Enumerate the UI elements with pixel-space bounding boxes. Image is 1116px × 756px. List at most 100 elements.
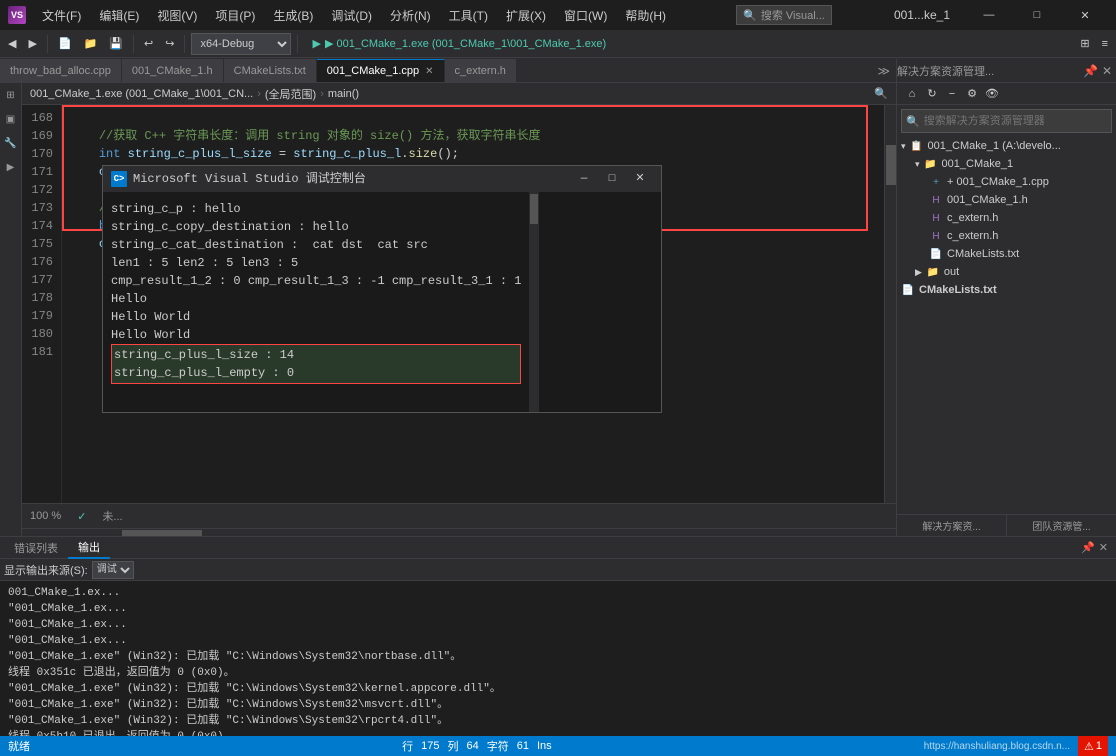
- editor-scrollbar-v[interactable]: [884, 105, 896, 503]
- output-content[interactable]: 001_CMake_1.ex... "001_CMake_1.ex... "00…: [0, 581, 1116, 736]
- editor-scrollbar-thumb-v: [886, 145, 896, 185]
- tree-item-cpp[interactable]: + + 001_CMake_1.cpp: [901, 173, 1112, 191]
- tab-error-list[interactable]: 错误列表: [4, 538, 68, 558]
- output-source-select[interactable]: 调试: [92, 561, 134, 579]
- toolbar-redo[interactable]: ↪: [161, 33, 178, 55]
- debug-minimize-button[interactable]: —: [571, 166, 597, 192]
- toolbar-save[interactable]: 💾: [105, 33, 127, 55]
- folder-icon: 📁: [926, 265, 940, 279]
- solution-refresh-icon[interactable]: ↻: [923, 85, 941, 103]
- tab-cextern[interactable]: c_extern.h: [445, 59, 517, 82]
- sidebar-icon-1[interactable]: ⊞: [3, 87, 19, 103]
- toolbar-settings[interactable]: ≡: [1098, 33, 1112, 55]
- tree-arrow-icon: ▾: [915, 159, 920, 170]
- solution-icon: 📋: [910, 139, 924, 153]
- sidebar-icon-2[interactable]: ▣: [3, 111, 19, 127]
- bottom-status-text: 未...: [102, 508, 122, 524]
- tree-label: + 001_CMake_1.cpp: [947, 176, 1049, 188]
- toolbar-undo[interactable]: ↩: [140, 33, 157, 55]
- menu-help[interactable]: 帮助(H): [617, 3, 674, 28]
- menu-build[interactable]: 生成(B): [265, 3, 321, 28]
- error-icon: ⚠: [1084, 740, 1094, 753]
- config-dropdown[interactable]: x64-Debug: [191, 33, 291, 55]
- status-col-val: 64: [466, 740, 478, 752]
- status-error-badge[interactable]: ⚠ 1: [1078, 736, 1108, 756]
- tree-item-cextern1[interactable]: H c_extern.h: [901, 209, 1112, 227]
- menu-tools[interactable]: 工具(T): [441, 3, 496, 28]
- tab-close-icon[interactable]: ✕: [425, 66, 433, 77]
- tree-item-h1[interactable]: H 001_CMake_1.h: [901, 191, 1112, 209]
- debug-scrollbar[interactable]: [529, 192, 539, 412]
- debug-line-2: string_c_copy_destination : hello: [111, 218, 521, 236]
- tree-item-cextern2[interactable]: H c_extern.h: [901, 227, 1112, 245]
- h-file-icon: H: [929, 193, 943, 207]
- team-tab[interactable]: 团队资源管...: [1007, 515, 1116, 536]
- panel-close-icon[interactable]: ✕: [1102, 64, 1116, 78]
- toolbar-sep-4: [297, 35, 298, 53]
- folder-icon: 📁: [924, 157, 938, 171]
- tree-item-out[interactable]: ▶ 📁 out: [901, 263, 1112, 281]
- status-char-label: 字符: [487, 738, 509, 754]
- tree-item-cmake1[interactable]: ▾ 📁 001_CMake_1: [901, 155, 1112, 173]
- solution-collapse-icon[interactable]: −: [943, 85, 961, 103]
- toolbar-new[interactable]: 📄: [54, 33, 76, 55]
- tab-throw[interactable]: throw_bad_alloc.cpp: [0, 59, 122, 82]
- minimize-button[interactable]: —: [966, 0, 1012, 30]
- tree-item-cmakelists-root[interactable]: 📄 CMakeLists.txt: [901, 281, 1112, 299]
- maximize-button[interactable]: □: [1014, 0, 1060, 30]
- solution-preview-icon[interactable]: 👁: [983, 85, 1001, 103]
- debug-maximize-button[interactable]: □: [599, 166, 625, 192]
- menu-window[interactable]: 窗口(W): [556, 3, 615, 28]
- output-close-icon[interactable]: ✕: [1099, 541, 1108, 554]
- tab-output[interactable]: 输出: [68, 537, 110, 559]
- solution-search-input[interactable]: [924, 115, 1107, 127]
- output-line-6: 线程 0x351c 已退出，返回值为 0 (0x0)。: [8, 665, 1108, 681]
- menu-edit[interactable]: 编辑(E): [91, 3, 147, 28]
- solution-home-icon[interactable]: ⌂: [903, 85, 921, 103]
- code-area[interactable]: //获取 C++ 字符串长度：调用 string 对象的 size() 方法，获…: [62, 105, 884, 503]
- tab-cmake1h[interactable]: 001_CMake_1.h: [122, 59, 224, 82]
- solution-tab[interactable]: 解决方案资...: [897, 515, 1007, 536]
- error-count: 1: [1096, 740, 1102, 752]
- toolbar-back[interactable]: ◀: [4, 33, 20, 55]
- editor-content[interactable]: 168 169 170 171 172 173 174 175 176 177 …: [22, 105, 896, 503]
- menu-extend[interactable]: 扩展(X): [498, 3, 554, 28]
- right-panel: ⌂ ↻ − ⚙ 👁 🔍 ▾ 📋 001_CMake_1 (A:\develo..…: [896, 83, 1116, 536]
- menu-view[interactable]: 视图(V): [149, 3, 205, 28]
- sidebar-icon-3[interactable]: 🔧: [3, 135, 19, 151]
- output-line-2: "001_CMake_1.ex...: [8, 601, 1108, 617]
- editor-scrollbar-h[interactable]: [22, 528, 896, 536]
- solution-props-icon[interactable]: ⚙: [963, 85, 981, 103]
- toolbar: ◀ ▶ 📄 📁 💾 ↩ ↪ x64-Debug ▶ ▶ 001_CMake_1.…: [0, 30, 1116, 58]
- toolbar-forward[interactable]: ▶: [24, 33, 40, 55]
- debug-line-5: cmp_result_1_2 : 0 cmp_result_1_3 : -1 c…: [111, 272, 521, 290]
- breadcrumb-file: 001_CMake_1.exe (001_CMake_1\001_CN...: [30, 88, 253, 100]
- output-panel-pin-icon[interactable]: 📌: [1077, 541, 1099, 554]
- toolbar-icons-right[interactable]: ⊞: [1076, 33, 1093, 55]
- debug-console-content[interactable]: string_c_p : hello string_c_copy_destina…: [103, 192, 529, 412]
- status-ins: Ins: [537, 740, 552, 752]
- breadcrumb-scope: (全局范围): [265, 86, 316, 102]
- tab-overflow[interactable]: ≫: [871, 59, 896, 82]
- tab-cmake1cpp[interactable]: 001_CMake_1.cpp ✕: [317, 59, 445, 82]
- run-button[interactable]: ▶ ▶ 001_CMake_1.exe (001_CMake_1\001_CMa…: [304, 33, 614, 55]
- close-button[interactable]: ✕: [1062, 0, 1108, 30]
- debug-close-button[interactable]: ✕: [627, 166, 653, 192]
- menu-analyze[interactable]: 分析(N): [382, 3, 439, 28]
- menu-project[interactable]: 项目(P): [207, 3, 263, 28]
- tab-cmakelists[interactable]: CMakeLists.txt: [224, 59, 317, 82]
- output-source-label: 显示输出来源(S):: [4, 562, 88, 578]
- play-icon: ▶: [312, 37, 320, 50]
- tree-label: out: [944, 266, 959, 278]
- tree-item-cmakelists-sub[interactable]: 📄 CMakeLists.txt: [901, 245, 1112, 263]
- tree-item-solution[interactable]: ▾ 📋 001_CMake_1 (A:\develo...: [901, 137, 1112, 155]
- panel-pin-icon[interactable]: 📌: [1083, 64, 1102, 78]
- sidebar-icon-4[interactable]: ▶: [3, 159, 19, 175]
- breadcrumb-search-icon[interactable]: 🔍: [874, 87, 888, 100]
- solution-search-bar[interactable]: 🔍: [901, 109, 1112, 133]
- run-label: ▶ 001_CMake_1.exe (001_CMake_1\001_CMake…: [325, 37, 606, 50]
- toolbar-open[interactable]: 📁: [80, 33, 102, 55]
- menu-file[interactable]: 文件(F): [34, 3, 89, 28]
- output-line-8: "001_CMake_1.exe" (Win32): 已加载 "C:\Windo…: [8, 697, 1108, 713]
- menu-debug[interactable]: 调试(D): [323, 3, 380, 28]
